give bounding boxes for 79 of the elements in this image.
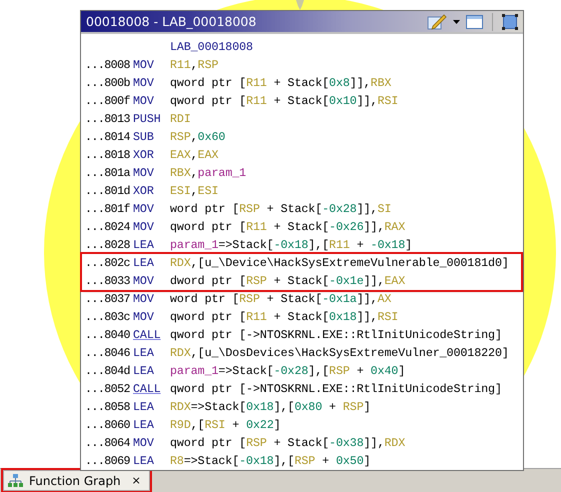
mnemonic-text: MOV xyxy=(133,202,155,216)
operand-text: qword ptr [R11 + Stack[-0x26]],RAX xyxy=(170,220,406,234)
address-text: ...803c xyxy=(85,310,131,324)
address-text: ...804d xyxy=(85,364,131,378)
mnemonic-text: XOR xyxy=(133,184,155,198)
operand-text: param_1=>Stack[-0x28],[RSP + 0x40] xyxy=(170,364,406,378)
mnemonic-text: CALL xyxy=(133,382,162,396)
operand-text: dword ptr [RSP + Stack[-0x1e]],EAX xyxy=(170,274,406,288)
operand-text: word ptr [RSP + Stack[-0x28]],SI xyxy=(170,202,392,216)
mnemonic-text: LEA xyxy=(133,346,155,360)
mnemonic-text: MOV xyxy=(133,436,155,450)
address-text: ...801d xyxy=(85,184,131,198)
mnemonic-text: LEA xyxy=(133,364,155,378)
address-text: ...8060 xyxy=(85,418,131,432)
address-text: ...8064 xyxy=(85,436,131,450)
operand-text: qword ptr [R11 + Stack[0x10]],RSI xyxy=(170,94,398,108)
mnemonic-text: MOV xyxy=(133,310,155,324)
operand-text: RSP,0x60 xyxy=(170,130,226,144)
mnemonic-text: LEA xyxy=(133,454,155,468)
operand-text: qword ptr [->NTOSKRNL.EXE::RtlInitUnicodeString] xyxy=(170,382,502,396)
address-text: ...8028 xyxy=(85,238,131,252)
window-title: 00018008 - LAB_00018008 xyxy=(86,14,256,29)
address-text: ...8013 xyxy=(85,112,131,126)
operand-text: R9D,[RSI + 0x22] xyxy=(170,418,281,432)
address-text: ...8040 xyxy=(85,328,131,342)
address-text: ...801a xyxy=(85,166,131,180)
window-icon[interactable] xyxy=(466,14,483,28)
mnemonic-text: MOV xyxy=(133,76,155,90)
mnemonic-text: MOV xyxy=(133,166,155,180)
address-text: ...8008 xyxy=(85,58,131,72)
edit-pencil-icon[interactable] xyxy=(427,12,447,30)
mnemonic-text: MOV xyxy=(133,292,155,306)
address-text: ...802c xyxy=(85,256,131,270)
caret-icon[interactable] xyxy=(453,20,460,24)
mnemonic-text: LEA xyxy=(133,400,155,414)
mnemonic-text: LEA xyxy=(133,238,155,252)
operand-text: RBX,param_1 xyxy=(170,166,246,180)
mnemonic-text: CALL xyxy=(133,328,162,342)
address-text: ...8052 xyxy=(85,382,131,396)
operand-text: R8=>Stack[-0x18],[RSP + 0x50] xyxy=(170,454,371,468)
address-text: ...8018 xyxy=(85,148,131,162)
mnemonic-text: PUSH xyxy=(133,112,162,126)
address-text: ...8069 xyxy=(85,454,131,468)
graph-icon xyxy=(7,474,24,488)
mnemonic-text: MOV xyxy=(133,58,155,72)
mnemonic-text: MOV xyxy=(133,220,155,234)
operand-text: word ptr [RSP + Stack[-0x1a]],AX xyxy=(170,292,392,306)
mnemonic-text: LEA xyxy=(133,418,155,432)
operand-text: RDI xyxy=(170,112,191,126)
mnemonic-text: MOV xyxy=(133,94,155,108)
operand-text: RDX,[u_\Device\HackSysExtremeVulnerable_000181d0] xyxy=(170,256,509,270)
snapshot-icon[interactable] xyxy=(502,14,518,30)
function-graph-tab[interactable]: Function Graph × xyxy=(3,470,150,492)
code-label: LAB_00018008 xyxy=(170,40,253,54)
close-button[interactable]: × xyxy=(132,474,141,488)
mnemonic-text: SUB xyxy=(133,130,155,144)
operand-text: qword ptr [R11 + Stack[0x8]],RBX xyxy=(170,76,392,90)
operand-text: EAX,EAX xyxy=(170,148,218,162)
address-text: ...8046 xyxy=(85,346,131,360)
address-text: ...800f xyxy=(85,94,131,108)
address-text: ...801f xyxy=(85,202,131,216)
operand-text: param_1=>Stack[-0x18],[R11 + -0x18] xyxy=(170,238,412,252)
mnemonic-text: LEA xyxy=(133,256,155,270)
mnemonic-text: MOV xyxy=(133,274,155,288)
address-text: ...8037 xyxy=(85,292,131,306)
operand-text: ESI,ESI xyxy=(170,184,218,198)
address-text: ...8024 xyxy=(85,220,131,234)
operand-text: qword ptr [RSP + Stack[-0x38]],RDX xyxy=(170,436,406,450)
address-text: ...8058 xyxy=(85,400,131,414)
operand-text: RDX,[u_\DosDevices\HackSysExtremeVulner_00018220] xyxy=(170,346,509,360)
address-text: ...800b xyxy=(85,76,131,90)
edge-arrow-icon xyxy=(296,0,304,10)
operand-text: RDX=>Stack[0x18],[0x80 + RSP] xyxy=(170,400,371,414)
operand-text: qword ptr [R11 + Stack[0x18]],RSI xyxy=(170,310,398,324)
mnemonic-text: XOR xyxy=(133,148,155,162)
address-text: ...8033 xyxy=(85,274,131,288)
operand-text: qword ptr [->NTOSKRNL.EXE::RtlInitUnicodeString] xyxy=(170,328,502,342)
operand-text: R11,RSP xyxy=(170,58,218,72)
address-text: ...8014 xyxy=(85,130,131,144)
